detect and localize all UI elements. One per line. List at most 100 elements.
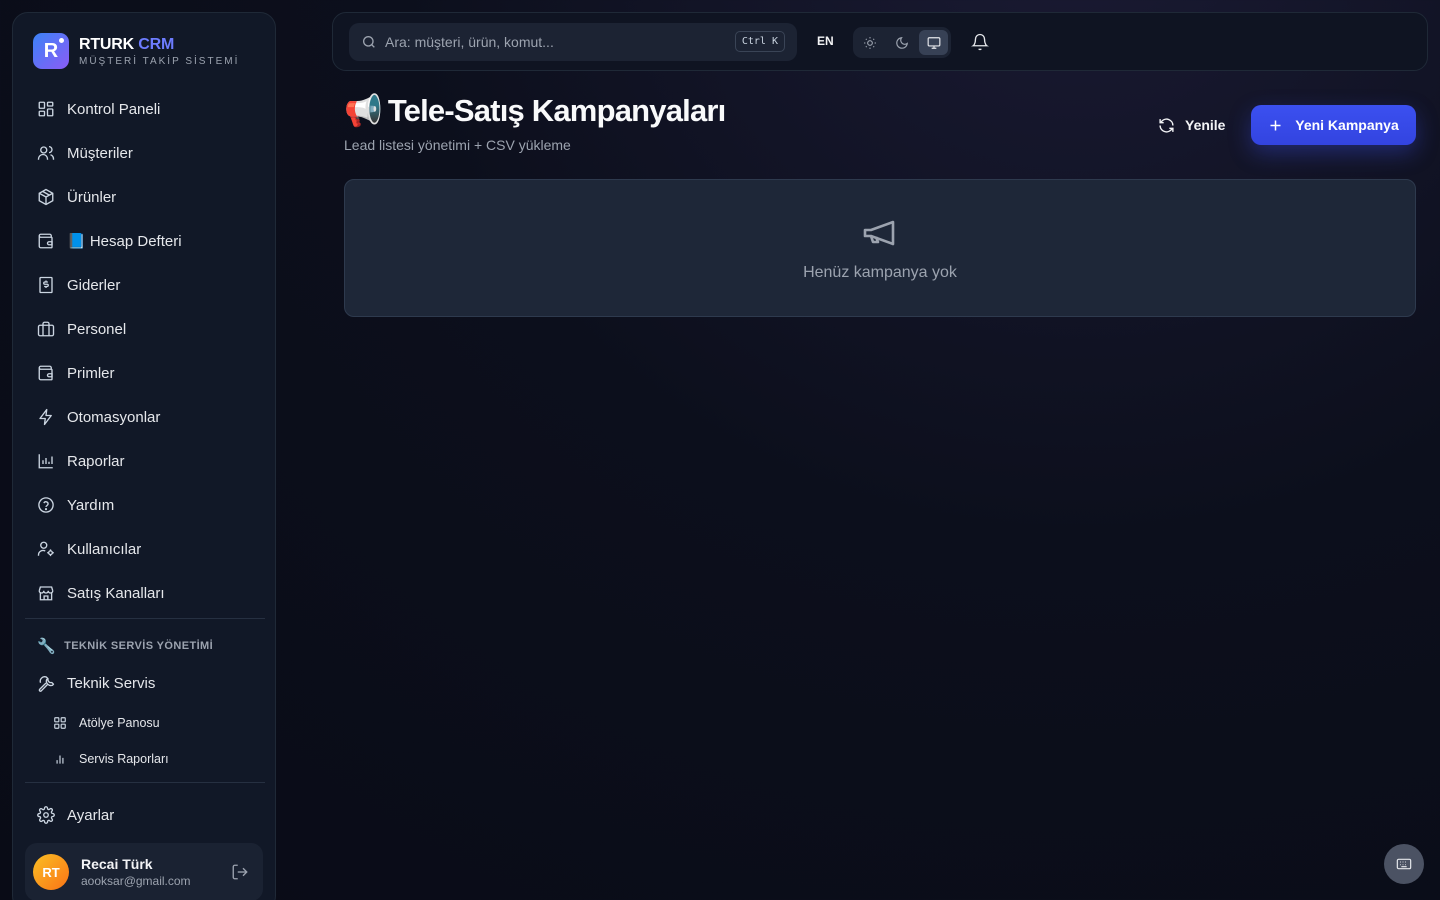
sidebar-item-yardim[interactable]: Yardım: [25, 483, 265, 527]
brand-name-main: RTURK: [79, 35, 134, 53]
sidebar-item-kullanicilar[interactable]: Kullanıcılar: [25, 527, 265, 571]
search-input[interactable]: [385, 34, 715, 50]
refresh-button-label: Yenile: [1185, 117, 1226, 133]
receipt-icon: [39, 276, 53, 294]
avatar: RT: [33, 854, 69, 890]
keyboard-shortcuts-button[interactable]: [1384, 844, 1424, 884]
dashboard-icon: [38, 101, 54, 117]
search-box[interactable]: Ctrl K: [349, 23, 797, 61]
sidebar-item-label: Otomasyonlar: [67, 408, 161, 426]
logout-icon[interactable]: [231, 863, 249, 881]
sidebar-nav: Kontrol Paneli Müşteriler Ürünler 📘 Hesa…: [25, 87, 265, 615]
users-icon: [37, 145, 55, 160]
briefcase-icon: [37, 321, 55, 337]
sidebar-item-urunler[interactable]: Ürünler: [25, 175, 265, 219]
sidebar-item-label: Raporlar: [67, 452, 125, 470]
wrench-icon: 🔧: [37, 638, 57, 655]
sidebar-item-ayarlar[interactable]: Ayarlar: [25, 793, 265, 837]
settings-nav: Ayarlar: [25, 793, 265, 837]
sidebar-item-label: Satış Kanalları: [67, 584, 165, 602]
user-info: Recai Türk aooksar@gmail.com: [81, 856, 191, 888]
wallet-icon: [38, 233, 53, 249]
sidebar-divider: [25, 618, 265, 619]
sidebar-item-label: 📘 Hesap Defteri: [67, 233, 182, 250]
sidebar-divider: [25, 782, 265, 783]
theme-dark-button[interactable]: [888, 30, 917, 55]
brand-name: RTURK CRM: [79, 36, 239, 54]
refresh-icon: [1159, 117, 1174, 133]
sidebar-item-label: Personel: [67, 320, 127, 338]
sidebar: R RTURK CRM MÜŞTERİ TAKİP SİSTEMİ Kontro…: [12, 12, 276, 900]
empty-state-message: Henüz kampanya yok: [803, 264, 957, 281]
sidebar-item-label: Ayarlar: [67, 806, 115, 824]
bolt-icon: [39, 408, 52, 426]
user-name: Recai Türk: [81, 856, 153, 872]
dashboard-icon: [54, 717, 66, 729]
language-toggle[interactable]: EN: [817, 34, 834, 48]
empty-state-card: Henüz kampanya yok: [344, 179, 1416, 317]
new-campaign-button[interactable]: Yeni Kampanya: [1251, 105, 1416, 145]
sidebar-item-kontrol-paneli[interactable]: Kontrol Paneli: [25, 87, 265, 131]
theme-switcher: [853, 27, 951, 58]
sidebar-item-musteriler[interactable]: Müşteriler: [25, 131, 265, 175]
brand-logo-dot: [59, 38, 64, 43]
service-section-heading: 🔧 TEKNİK SERVİS YÖNETİMİ: [37, 637, 213, 655]
plus-icon: [1270, 120, 1281, 130]
megaphone-icon: [863, 220, 895, 246]
wrench-icon: [38, 676, 55, 692]
gear-icon: [37, 806, 55, 824]
sidebar-item-label: Primler: [67, 364, 115, 382]
sidebar-subitem-servis-raporlari[interactable]: Servis Raporları: [25, 741, 265, 777]
moon-icon: [896, 36, 908, 49]
service-section-title: TEKNİK SERVİS YÖNETİMİ: [64, 640, 214, 652]
brand-text: RTURK CRM MÜŞTERİ TAKİP SİSTEMİ: [79, 36, 239, 67]
page-title: 📢 Tele-Satış Kampanyaları: [344, 92, 726, 129]
sidebar-item-label: Giderler: [67, 276, 121, 294]
package-icon: [38, 188, 54, 206]
search-shortcut-badge: Ctrl K: [734, 31, 785, 52]
sidebar-subitem-atolye-panosu[interactable]: Atölye Panosu: [25, 705, 265, 741]
monitor-icon: [927, 36, 941, 49]
sidebar-item-teknik-servis[interactable]: Teknik Servis: [25, 661, 265, 705]
theme-system-button[interactable]: [919, 30, 949, 55]
sidebar-item-satis-kanallari[interactable]: Satış Kanalları: [25, 571, 265, 615]
brand-name-accent: CRM: [138, 35, 175, 53]
sidebar-item-label: Kullanıcılar: [67, 540, 142, 558]
page-title-text: Tele-Satış Kampanyaları: [387, 92, 726, 128]
sidebar-item-raporlar[interactable]: Raporlar: [25, 439, 265, 483]
store-icon: [38, 586, 54, 601]
service-nav: Teknik Servis Atölye Panosu Servis Rapor…: [25, 661, 265, 777]
user-card[interactable]: RT Recai Türk aooksar@gmail.com: [25, 843, 263, 900]
topbar: Ctrl K EN: [332, 12, 1428, 71]
bar-chart-icon: [38, 454, 53, 469]
sidebar-item-primler[interactable]: Primler: [25, 351, 265, 395]
megaphone-emoji-icon: 📢: [344, 93, 383, 128]
help-icon: [38, 497, 54, 513]
brand[interactable]: R RTURK CRM MÜŞTERİ TAKİP SİSTEMİ: [33, 33, 239, 69]
sidebar-subitem-label: Atölye Panosu: [79, 716, 160, 730]
sun-icon: [864, 36, 877, 49]
sidebar-item-label: Yardım: [67, 496, 115, 514]
page-subtitle: Lead listesi yönetimi + CSV yükleme: [344, 137, 571, 153]
sidebar-item-label: Teknik Servis: [67, 674, 156, 692]
wallet-icon: [38, 365, 53, 381]
brand-logo: R: [33, 33, 69, 69]
sidebar-item-hesap-defteri[interactable]: 📘 Hesap Defteri: [25, 219, 265, 263]
brand-subtitle: MÜŞTERİ TAKİP SİSTEMİ: [79, 55, 240, 67]
bar-chart-icon: [56, 755, 64, 764]
user-email: aooksar@gmail.com: [81, 874, 191, 888]
sidebar-item-otomasyonlar[interactable]: Otomasyonlar: [25, 395, 265, 439]
keyboard-icon: [1396, 858, 1412, 870]
sidebar-subitem-label: Servis Raporları: [79, 752, 169, 766]
search-icon: [363, 36, 375, 48]
refresh-button[interactable]: Yenile: [1148, 108, 1235, 142]
bell-icon[interactable]: [971, 33, 989, 51]
sidebar-item-giderler[interactable]: Giderler: [25, 263, 265, 307]
sidebar-item-personel[interactable]: Personel: [25, 307, 265, 351]
brand-logo-letter: R: [43, 39, 59, 62]
user-cog-icon: [37, 541, 54, 557]
sidebar-item-label: Ürünler: [67, 188, 117, 206]
sidebar-item-label: Müşteriler: [67, 144, 133, 162]
sidebar-item-label: Kontrol Paneli: [67, 100, 161, 118]
theme-light-button[interactable]: [856, 30, 885, 55]
